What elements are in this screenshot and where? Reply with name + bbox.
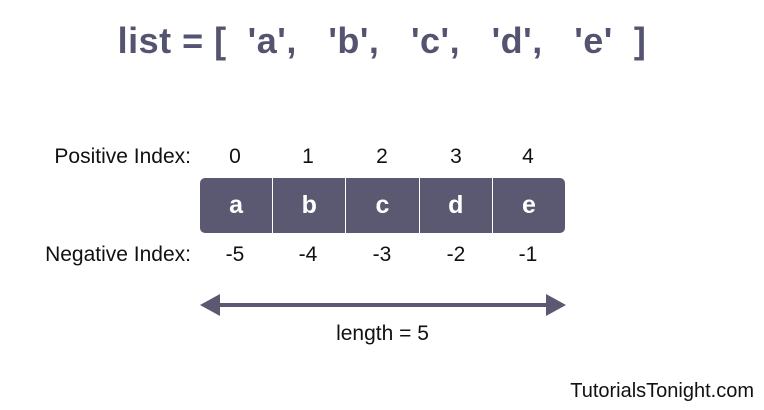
length-label: length = 5 (336, 322, 429, 345)
list-cell-a: a (200, 178, 274, 233)
list-cell-d: d (420, 178, 493, 233)
site-watermark: TutorialsTonight.com (570, 380, 754, 402)
list-cell-b: b (273, 178, 347, 233)
negative-index-3: -2 (446, 243, 466, 266)
positive-index-2: 2 (376, 145, 388, 168)
negative-index-1: -4 (298, 243, 318, 266)
length-arrow-left-head (200, 294, 220, 316)
list-cell-e: e (521, 191, 536, 219)
positive-index-label: Positive Index: (54, 145, 191, 168)
length-arrow-right-head (546, 294, 566, 316)
negative-index-label: Negative Index: (45, 243, 191, 266)
list-cells: a b c d e (200, 178, 565, 233)
negative-index-4: -1 (518, 243, 538, 266)
list-title: list = [ 'a', 'b', 'c', 'd', 'e' ] (117, 20, 647, 61)
length-arrow (200, 294, 566, 316)
positive-index-0: 0 (229, 145, 241, 168)
negative-index-2: -3 (372, 243, 392, 266)
positive-index-4: 4 (522, 145, 534, 168)
negative-index-0: -5 (225, 243, 245, 266)
list-cell-c: c (346, 178, 420, 233)
positive-index-3: 3 (450, 145, 462, 168)
positive-index-1: 1 (302, 145, 314, 168)
